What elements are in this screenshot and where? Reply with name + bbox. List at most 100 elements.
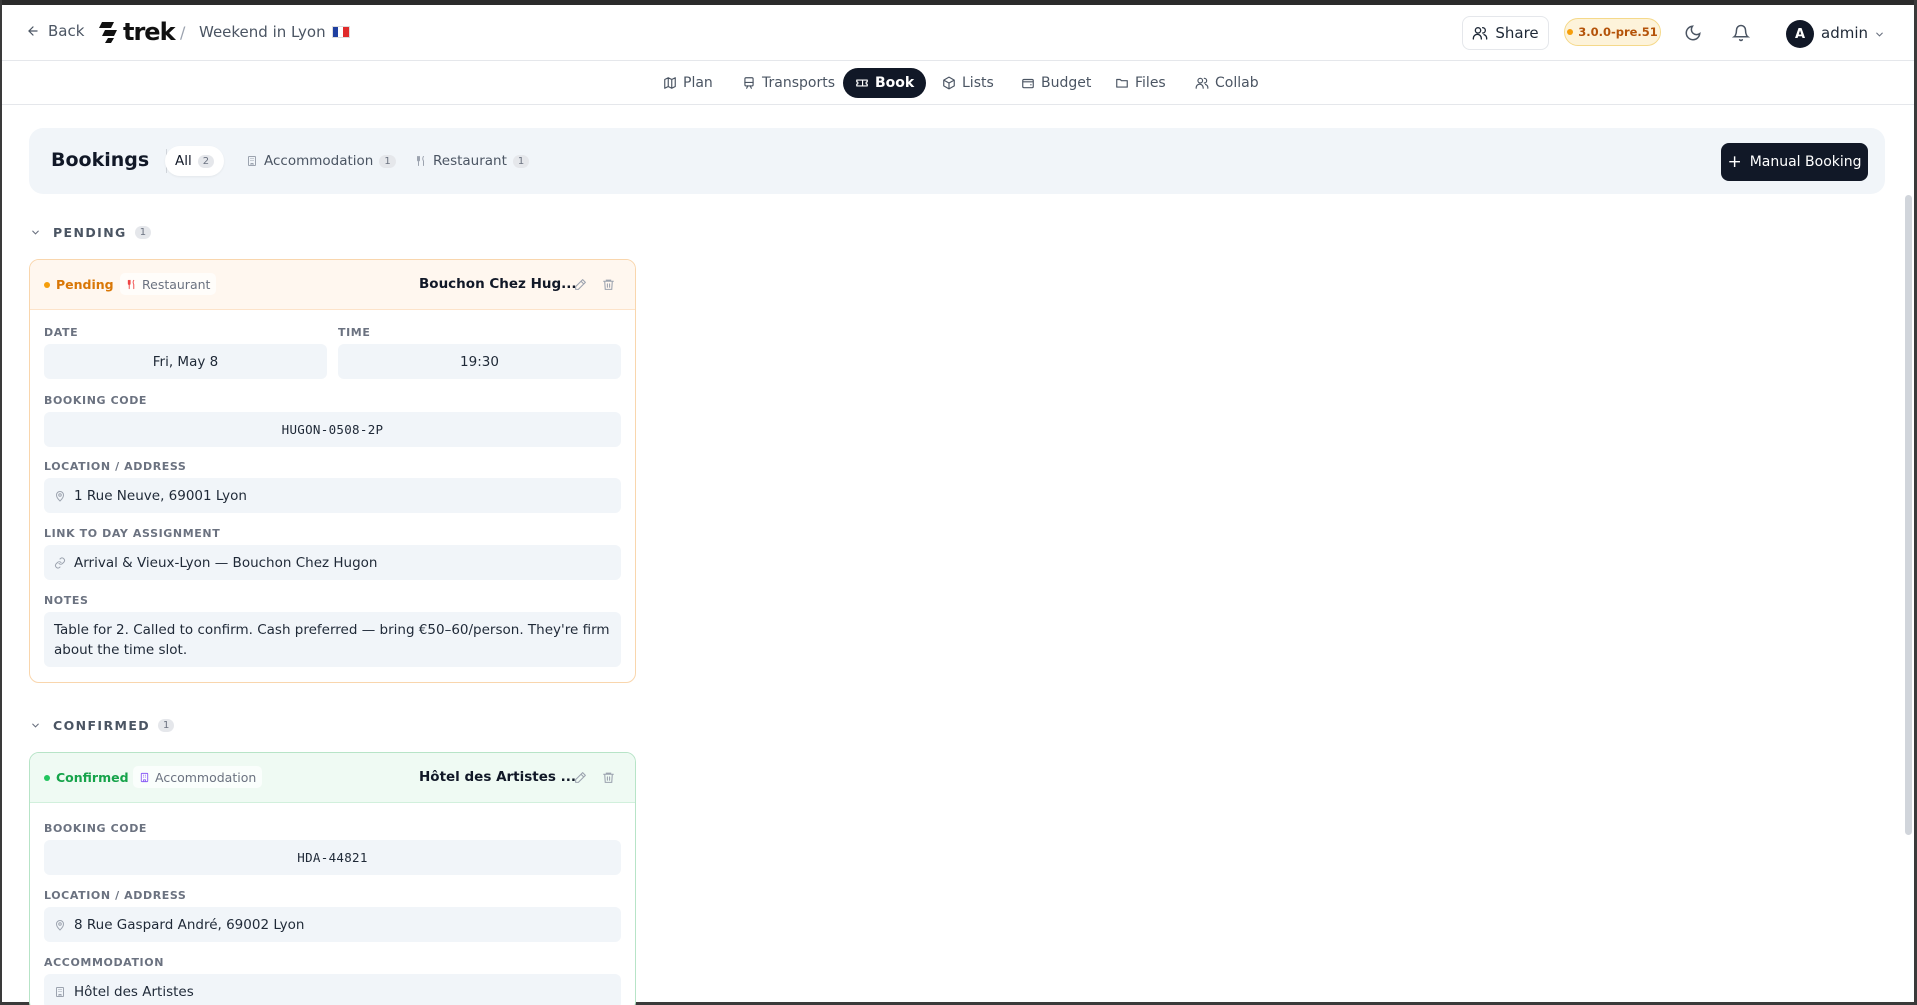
map-pin-icon — [55, 919, 65, 931]
moon-icon[interactable] — [1684, 24, 1702, 42]
date-field[interactable]: Fri, May 8 — [44, 344, 327, 379]
location-field[interactable]: 8 Rue Gaspard André, 69002 Lyon — [44, 907, 621, 942]
bookings-header: Bookings All 2 Accommodation 1 Restauran… — [29, 128, 1885, 194]
map-icon — [664, 77, 676, 89]
back-label: Back — [48, 22, 85, 40]
username[interactable]: admin — [1821, 24, 1868, 42]
package-icon — [943, 76, 955, 90]
chevron-down-icon — [32, 230, 39, 235]
tab-plan[interactable]: Plan — [651, 68, 725, 98]
location-value: 1 Rue Neuve, 69001 Lyon — [74, 487, 247, 504]
share-label: Share — [1495, 24, 1539, 42]
day-assignment-field[interactable]: Arrival & Vieux-Lyon — Bouchon Chez Hugo… — [44, 545, 621, 580]
folder-icon — [1116, 78, 1128, 88]
users-icon — [1473, 27, 1488, 40]
share-button[interactable]: Share — [1462, 16, 1549, 50]
tab-label: Budget — [1041, 75, 1092, 91]
pencil-icon[interactable] — [574, 278, 587, 291]
accommodation-field[interactable]: Hôtel des Artistes — [44, 974, 621, 1005]
arrow-left-icon — [28, 26, 38, 36]
back-button[interactable]: Back — [26, 22, 84, 40]
section-count: 1 — [134, 226, 152, 239]
france-flag-icon — [331, 26, 350, 38]
section-count: 1 — [158, 719, 175, 732]
filter-all[interactable]: All 2 — [165, 146, 225, 176]
filter-restaurant[interactable]: Restaurant 1 — [405, 146, 539, 176]
tab-label: Book — [875, 75, 915, 91]
tab-collab[interactable]: Collab — [1183, 68, 1271, 98]
section-confirmed-toggle[interactable]: CONFIRMED 1 — [30, 718, 175, 733]
tab-book[interactable]: Book — [843, 68, 927, 98]
filter-count: 1 — [512, 154, 530, 168]
status-text: Pending — [56, 277, 114, 292]
card-header: Pending Restaurant Bouchon Chez Hug... — [30, 260, 635, 310]
brand-logo[interactable]: trek — [98, 20, 176, 44]
tab-transports[interactable]: Transports — [730, 68, 847, 98]
notes-field[interactable]: Table for 2. Called to confirm. Cash pre… — [44, 612, 621, 667]
trip-title-text: Weekend in Lyon — [199, 23, 326, 41]
section-label: PENDING — [53, 225, 127, 240]
version-text: 3.0.0-pre.51 — [1578, 25, 1658, 39]
ticket-icon — [856, 79, 868, 87]
status-dot — [44, 774, 50, 781]
booking-card-confirmed: Confirmed Accommodation Hôtel des Artist… — [29, 752, 636, 1005]
filter-label: Restaurant — [433, 153, 507, 169]
pencil-icon[interactable] — [574, 771, 587, 784]
trek-logo-icon — [99, 22, 117, 43]
booking-title: Hôtel des Artistes ... — [419, 769, 577, 785]
tab-label: Files — [1135, 75, 1166, 91]
tab-label: Transports — [762, 75, 835, 91]
trash-icon[interactable] — [602, 278, 615, 291]
date-label: DATE — [44, 326, 79, 339]
tab-label: Plan — [683, 75, 713, 91]
day-assignment-value: Arrival & Vieux-Lyon — Bouchon Chez Hugo… — [74, 554, 378, 571]
trash-icon[interactable] — [602, 771, 615, 784]
status-badge: Confirmed — [44, 770, 129, 785]
link-icon — [55, 557, 65, 568]
section-pending-toggle[interactable]: PENDING 1 — [30, 225, 152, 240]
utensils-icon — [127, 279, 135, 289]
scrollbar[interactable] — [1905, 195, 1912, 835]
trip-tabs: Plan Transports Book Lists Budget Files … — [2, 62, 1914, 105]
version-badge: 3.0.0-pre.51 — [1564, 18, 1661, 46]
link-label: LINK TO DAY ASSIGNMENT — [44, 527, 221, 540]
notes-label: NOTES — [44, 594, 89, 607]
booking-code-label: BOOKING CODE — [44, 394, 148, 407]
type-label: Accommodation — [155, 769, 257, 785]
tab-files[interactable]: Files — [1103, 68, 1178, 98]
version-dot — [1567, 29, 1574, 35]
location-label: LOCATION / ADDRESS — [44, 889, 187, 902]
tab-label: Collab — [1215, 75, 1259, 91]
chevron-down-icon[interactable] — [1874, 29, 1885, 40]
status-dot — [44, 281, 50, 288]
top-bar: Back trek / Weekend in Lyon Share 3.0.0-… — [2, 5, 1914, 61]
time-label: TIME — [338, 326, 371, 339]
type-chip: Restaurant — [120, 273, 217, 295]
wallet-icon — [1022, 78, 1034, 89]
avatar[interactable]: A — [1786, 20, 1814, 48]
location-label: LOCATION / ADDRESS — [44, 460, 187, 473]
manual-booking-button[interactable]: + Manual Booking — [1721, 143, 1868, 181]
filter-accommodation[interactable]: Accommodation 1 — [236, 146, 406, 176]
location-field[interactable]: 1 Rue Neuve, 69001 Lyon — [44, 478, 621, 513]
booking-code-field[interactable]: HUGON-0508-2P — [44, 412, 621, 447]
chevron-down-icon — [32, 723, 39, 728]
booking-code-label: BOOKING CODE — [44, 822, 148, 835]
filter-label: Accommodation — [264, 153, 374, 169]
bell-icon[interactable] — [1732, 24, 1750, 42]
tab-label: Lists — [962, 75, 994, 91]
window-frame-left — [0, 0, 2, 1005]
section-label: CONFIRMED — [53, 718, 151, 733]
type-chip: Accommodation — [133, 766, 263, 788]
manual-booking-label: Manual Booking — [1749, 154, 1862, 170]
tab-lists[interactable]: Lists — [930, 68, 1006, 98]
accommodation-value: Hôtel des Artistes — [74, 983, 194, 1000]
card-header: Confirmed Accommodation Hôtel des Artist… — [30, 753, 635, 803]
tab-budget[interactable]: Budget — [1009, 68, 1103, 98]
building-icon — [140, 772, 149, 782]
filter-label: All — [175, 153, 192, 169]
breadcrumb-separator: / — [180, 23, 186, 42]
time-field[interactable]: 19:30 — [338, 344, 621, 379]
filter-count: 1 — [379, 154, 396, 168]
booking-code-field[interactable]: HDA-44821 — [44, 840, 621, 875]
